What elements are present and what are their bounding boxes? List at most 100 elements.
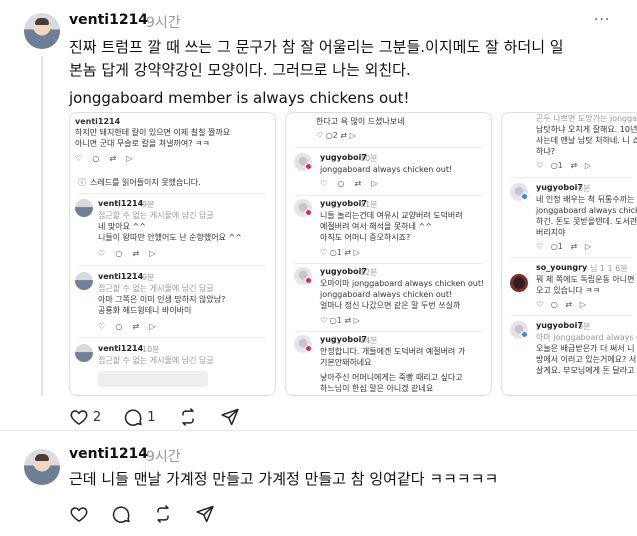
like-button[interactable]: 2 [69, 407, 101, 427]
mini-avatar [75, 344, 93, 362]
screenshot-image[interactable]: venti1214 하지만 돼지한테 칼이 있으면 이제 칠칠 짤까요 아니면 … [69, 112, 276, 396]
mini-timestamp: 14분 [360, 336, 378, 345]
send-icon [196, 505, 214, 523]
thread-connector-line [41, 56, 43, 396]
mini-action-icons: ♡ ○1 ⇄ ▷ [320, 248, 360, 257]
mini-comment-text: 안정합니다. 개들에겐 도덕버려 예절버려 가 [320, 347, 466, 356]
mini-comment-text: 네 맞아요 ^^ [98, 222, 146, 231]
mini-action-icons: ♡ ○2 ⇄ ▷ [316, 131, 356, 140]
heart-icon [70, 410, 88, 425]
mini-comment-text: 하지만 돼지한테 칼이 있으면 이제 칠칠 짤까요 [75, 128, 231, 137]
mini-comment-text: 네 인정 배우는 척 뒤통수까는 [536, 195, 635, 204]
mini-notice-text: 스레드를 읽어들이지 못했습니다. [90, 178, 201, 187]
mini-comment-text: 니들이 왕따만 안했어도 난 순항했어요 ^^ [98, 233, 242, 242]
comment-button[interactable] [111, 504, 131, 524]
mini-username: venti1214 [75, 117, 121, 126]
post-timestamp: 9시간 [146, 449, 181, 465]
like-count: 2 [93, 409, 102, 425]
mini-timestamp: 님 1 1 6분 [590, 264, 628, 273]
mini-timestamp: 11분 [360, 200, 378, 209]
mini-timestamp: 5분 [578, 322, 591, 331]
post-text-line: 진짜 트럼프 깔 때 쓰는 그 문구가 참 잘 어울리는 그분들.이지메도 잘 … [69, 38, 564, 56]
avatar[interactable] [24, 13, 60, 49]
mini-action-icons: ♡ ○1 ⇄ ▷ [536, 161, 591, 170]
avatar[interactable] [24, 449, 60, 485]
mini-reply-context: 접근할 수 없는 게시물에 남긴 답글 [98, 356, 214, 365]
comment-button[interactable]: 1 [123, 407, 156, 427]
mini-comment-text: jonggaboard always chicken [536, 206, 637, 215]
thread-post: venti1214 9시간 ··· 진짜 트럼프 깔 때 쓰는 그 문구가 참 … [0, 0, 637, 430]
mini-timestamp: 10분 [360, 154, 378, 163]
repost-button[interactable] [153, 504, 173, 524]
mini-avatar [510, 274, 528, 292]
mini-comment-text: 오마이마 jonggaboard always chicken out! [320, 279, 485, 288]
mini-comment-text: jonggaboard always chicken out! [320, 165, 453, 174]
post-actions: 2 1 [69, 407, 262, 427]
mini-comment-text: 낳아주신 어머니에게는 죽빵 때리고 싶다고 [320, 373, 463, 382]
mini-username: venti1214 [98, 272, 144, 281]
mini-comment-text: 오고 있습니다 ㅋㅋ [536, 286, 600, 295]
mini-timestamp: 10분 [142, 345, 160, 354]
mini-comment-text: 아직도 어머니 증오하시죠? [320, 233, 411, 242]
mini-timestamp: 9분 [142, 200, 155, 209]
comment-icon [125, 409, 142, 426]
mini-timestamp: 9분 [142, 273, 155, 282]
comment-count: 1 [147, 409, 156, 425]
post-actions [69, 504, 237, 524]
mini-comment-text: 예절버려 여서 해석을 못하네 ^^ [320, 222, 432, 231]
mini-comment-text: 니들 놀리는건데 여유시 교양버려 도덕버려 [320, 211, 463, 220]
post-username[interactable]: venti1214 [69, 446, 148, 462]
mini-avatar [75, 272, 93, 290]
mini-action-icons: ♡ ○ ⇄ ▷ [536, 300, 586, 309]
mini-badge-icon [305, 345, 312, 352]
mini-username: venti1214 [98, 344, 144, 353]
mini-action-icons: ♡ ○ ⇄ ▷ [320, 179, 378, 188]
repost-icon [181, 408, 194, 426]
post-text-line: 본놈 답게 강약약강인 모양이다. 그러므로 나는 외친다. [69, 61, 411, 79]
mini-comment-text: 남탓하냐 오지게 잘해요. 10년 [536, 125, 637, 134]
mini-avatar [75, 199, 93, 217]
mini-comment-text: 살게요. 부모님에게 돈 달라고 [536, 366, 635, 375]
repost-icon [157, 505, 169, 523]
mini-comment-text: jonggaboard always chicken out! [320, 290, 453, 299]
mini-badge-icon [521, 193, 528, 200]
more-options-icon[interactable]: ··· [594, 12, 610, 28]
mini-comment-text: 하냐? [536, 147, 555, 156]
send-icon [220, 408, 239, 426]
mini-comment-text: 아니면 군대 무슬로 칼을 쳐낼까여? ㅋㅋ [75, 139, 210, 148]
mini-comment-text: 곤두 나쁘면 도망가는 jonggaboard [536, 114, 637, 123]
mini-badge-icon [521, 331, 528, 338]
mini-comment-text: 사는데 맨날 남탓 처하네. 니 쇼 [536, 136, 637, 145]
mini-username: so_youngry [536, 263, 588, 272]
post-timestamp: 9시간 [146, 15, 181, 31]
mini-comment-text: 아마 jonggaboard always ch [536, 333, 637, 342]
image-gallery[interactable]: venti1214 하지만 돼지한테 칼이 있으면 이제 칠칠 짤까요 아니면 … [69, 112, 637, 396]
mini-username: yugyoboi7 [536, 321, 583, 330]
share-button[interactable] [195, 504, 215, 524]
post-text: 근데 니들 맨날 가계정 만들고 가계정 만들고 참 잉여같다 ㅋㅋㅋㅋㅋ [69, 470, 499, 488]
comment-icon [112, 506, 130, 523]
mini-action-icons: ♡ ○1 ⇄ ▷ [320, 316, 360, 325]
like-button[interactable] [69, 504, 89, 524]
mini-action-icons: ♡ ○ ⇄ ▷ [75, 154, 133, 163]
mini-action-icons: ♡ ○ ⇄ ▷ [98, 322, 156, 331]
mini-username: venti1214 [98, 199, 144, 208]
mini-comment-text: 방에서 이러고 있는거에요? 서 [536, 355, 637, 364]
mini-badge-icon [305, 277, 312, 284]
post-text-line: jonggaboard member is always chickens ou… [69, 89, 410, 107]
share-button[interactable] [220, 407, 240, 427]
mini-comment-text: 얼마나 정신 나갔으면 같은 말 두번 쓰실까 [320, 301, 461, 310]
mini-comment-text: 하느님이 한심 말은 아니겠 같네요 [320, 384, 434, 393]
screenshot-image[interactable]: 곤두 나쁘면 도망가는 jonggaboard 남탓하냐 오지게 잘해요. 10… [501, 112, 637, 396]
mini-timestamp: 12분 [360, 268, 378, 277]
mini-action-icons: ♡ ○ ⇄ ▷ [98, 249, 156, 258]
mini-comment-text: 한다고 욕 많이 드셨나보네 [316, 117, 405, 126]
mini-username: yugyoboi7 [536, 183, 583, 192]
repost-button[interactable] [178, 407, 198, 427]
mini-comment-text: 뭐 제 쪽에도 독립운동 아니면 [536, 275, 635, 284]
mini-comment-text: 공룡화 헤드윙테니 바이바이 [98, 306, 192, 315]
mini-comment-text: 하긴. 돈도 못받을텐데. 도서관 [536, 217, 637, 226]
screenshot-image[interactable]: 한다고 욕 많이 드셨나보네 ♡ ○2 ⇄ ▷ yugyoboi7 10분 jo… [285, 112, 492, 396]
post-username[interactable]: venti1214 [69, 12, 148, 28]
mini-comment-text: 기본안돼하네요 [320, 358, 372, 367]
